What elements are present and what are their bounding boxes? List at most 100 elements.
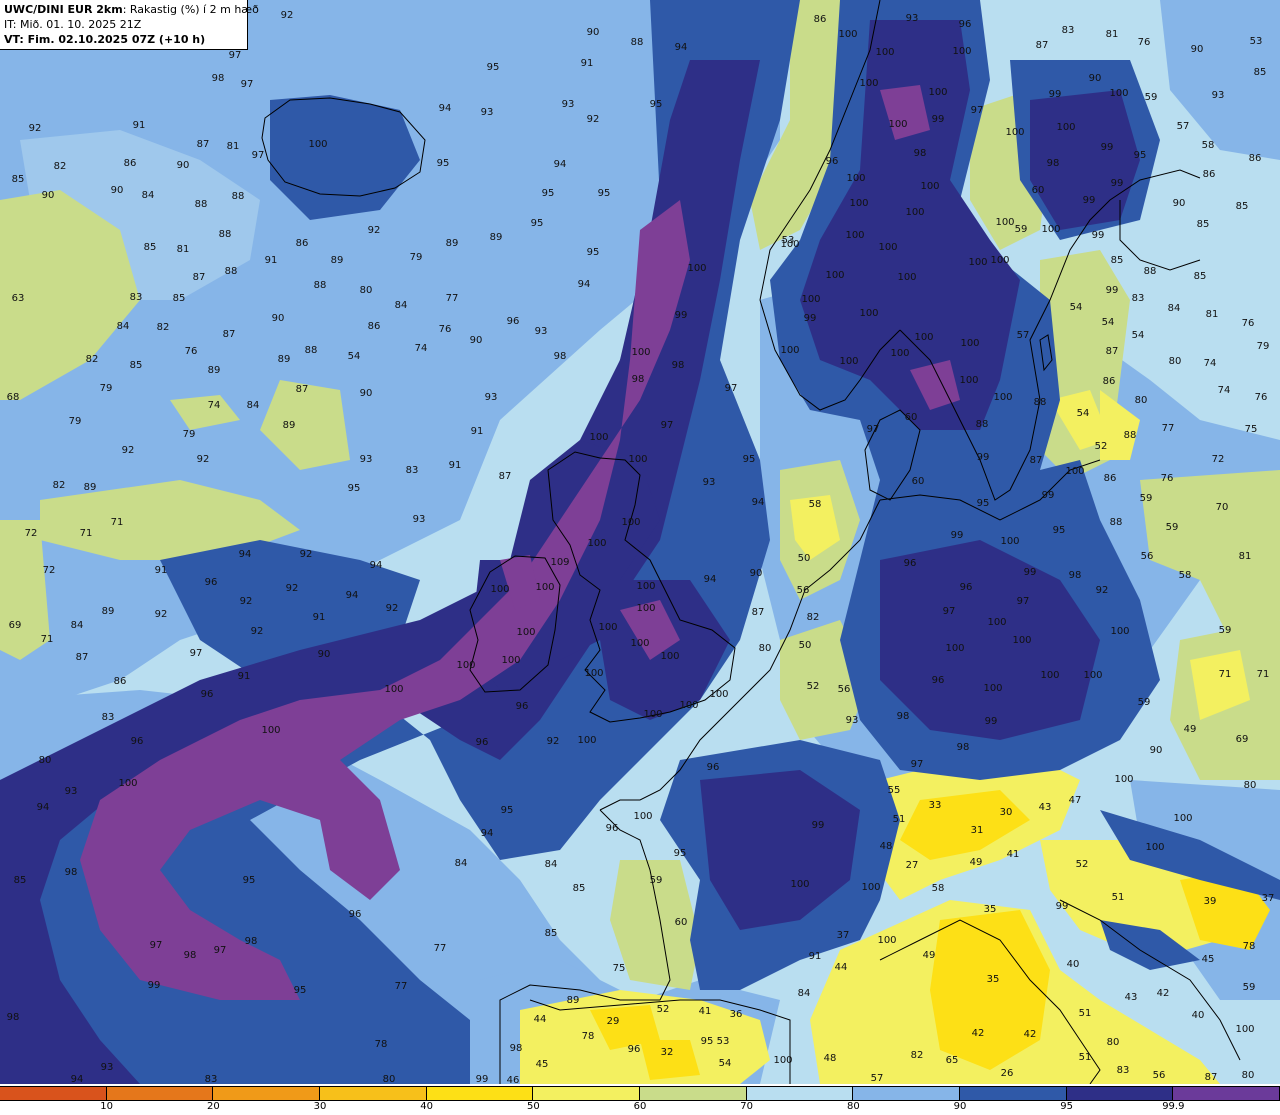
legend-swatch (213, 1087, 320, 1100)
rh-value-label: 99 (932, 114, 945, 125)
rh-value-label: 27 (906, 860, 919, 871)
rh-value-label: 90 (318, 649, 331, 660)
rh-value-label: 96 (707, 762, 720, 773)
rh-value-label: 42 (972, 1028, 985, 1039)
rh-value-label: 83 (102, 712, 115, 723)
rh-value-label: 39 (1204, 896, 1217, 907)
rh-value-label: 100 (643, 709, 662, 720)
rh-value-label: 85 (1111, 255, 1124, 266)
rh-value-label: 93 (562, 99, 575, 110)
rh-value-label: 57 (871, 1073, 884, 1084)
rh-value-label: 90 (587, 27, 600, 38)
rh-value-label: 90 (177, 160, 190, 171)
rh-value-label: 72 (25, 528, 38, 539)
rh-value-label: 71 (1257, 669, 1270, 680)
rh-value-label: 93 (481, 107, 494, 118)
rh-value-label: 81 (1206, 309, 1219, 320)
rh-value-label: 99 (1049, 89, 1062, 100)
rh-value-label: 75 (1245, 424, 1258, 435)
legend-tick-label: 99.9 (1162, 1101, 1185, 1112)
rh-value-label: 100 (1235, 1024, 1254, 1035)
rh-value-label: 97 (229, 50, 242, 61)
rh-value-label: 98 (897, 711, 910, 722)
rh-value-label: 59 (1015, 224, 1028, 235)
rh-value-label: 60 (675, 917, 688, 928)
rh-value-label: 83 (205, 1074, 218, 1084)
rh-value-label: 100 (633, 811, 652, 822)
model-name: UWC/DINI EUR 2km (4, 3, 123, 16)
rh-value-label: 100 (780, 345, 799, 356)
rh-value-label: 96 (516, 701, 529, 712)
rh-value-label: 54 (1077, 408, 1090, 419)
rh-value-label: 93 (703, 477, 716, 488)
rh-value-label: 85 (545, 928, 558, 939)
rh-value-label: 58 (932, 883, 945, 894)
rh-value-label: 81 (177, 244, 190, 255)
rh-value-label: 45 (1202, 954, 1215, 965)
rh-value-label: 90 (1173, 198, 1186, 209)
rh-value-label: 71 (111, 517, 124, 528)
rh-value-label: 100 (877, 935, 896, 946)
rh-value-label: 100 (993, 392, 1012, 403)
rh-value-label: 79 (183, 429, 196, 440)
rh-value-label: 41 (699, 1006, 712, 1017)
rh-value-label: 100 (838, 29, 857, 40)
rh-value-label: 72 (1212, 454, 1225, 465)
rh-value-label: 100 (959, 375, 978, 386)
rh-value-label: 79 (410, 252, 423, 263)
rh-value-label: 98 (957, 742, 970, 753)
issue-time: IT: Mið. 01. 10. 2025 21Z (4, 18, 142, 31)
rh-value-label: 100 (1109, 88, 1128, 99)
rh-value-label: 90 (360, 388, 373, 399)
rh-value-label: 91 (471, 426, 484, 437)
rh-value-label: 96 (349, 909, 362, 920)
rh-value-label: 83 (1062, 25, 1075, 36)
rh-value-label: 92 (300, 549, 313, 560)
rh-value-label: 42 (1024, 1029, 1037, 1040)
rh-value-label: 100 (384, 684, 403, 695)
rh-value-label: 59 (1166, 522, 1179, 533)
rh-value-label: 95 (674, 848, 687, 859)
rh-value-label: 96 (960, 582, 973, 593)
rh-value-label: 41 (1007, 849, 1020, 860)
title-line: UWC/DINI EUR 2km: Rakastig (%) í 2 m hæð (4, 2, 259, 17)
rh-value-label: 56 (1141, 551, 1154, 562)
rh-value-label: 80 (383, 1074, 396, 1084)
rh-value-label: 94 (578, 279, 591, 290)
rh-value-label: 80 (1242, 1070, 1255, 1081)
rh-value-label: 84 (117, 321, 130, 332)
rh-value-label: 76 (1138, 37, 1151, 48)
rh-value-label: 52 (1076, 859, 1089, 870)
rh-value-label: 98 (914, 148, 927, 159)
legend-swatch (106, 1087, 214, 1100)
legend-tick-label: 30 (313, 1101, 327, 1112)
rh-value-label: 35 (984, 904, 997, 915)
rh-value-label: 86 (1249, 153, 1262, 164)
rh-value-label: 85 (1254, 67, 1267, 78)
rh-value-label: 69 (1236, 734, 1249, 745)
rh-value-label: 87 (1030, 455, 1043, 466)
rh-value-label: 85 (173, 293, 186, 304)
rh-value-label: 63 (12, 293, 25, 304)
rh-value-label: 55 (888, 785, 901, 796)
rh-value-label: 60 (912, 476, 925, 487)
rh-value-label: 84 (545, 859, 558, 870)
rh-value-label: 90 (1191, 44, 1204, 55)
rh-value-label: 97 (214, 945, 227, 956)
rh-value-label: 72 (43, 565, 56, 576)
rh-value-label: 100 (890, 348, 909, 359)
rh-value-label: 76 (439, 324, 452, 335)
rh-value-label: 92 (1096, 585, 1109, 596)
rh-value-label: 98 (184, 950, 197, 961)
rh-value-label: 68 (7, 392, 20, 403)
rh-value-label: 94 (752, 497, 765, 508)
rh-value-label: 98 (554, 351, 567, 362)
rh-value-label: 100 (1145, 842, 1164, 853)
rh-value-label: 79 (69, 416, 82, 427)
rh-value-label: 96 (201, 689, 214, 700)
rh-value-label: 87 (193, 272, 206, 283)
rh-value-label: 95 (501, 805, 514, 816)
rh-value-label: 88 (225, 266, 238, 277)
rh-value-label: 90 (1089, 73, 1102, 84)
rh-value-label: 100 (968, 257, 987, 268)
